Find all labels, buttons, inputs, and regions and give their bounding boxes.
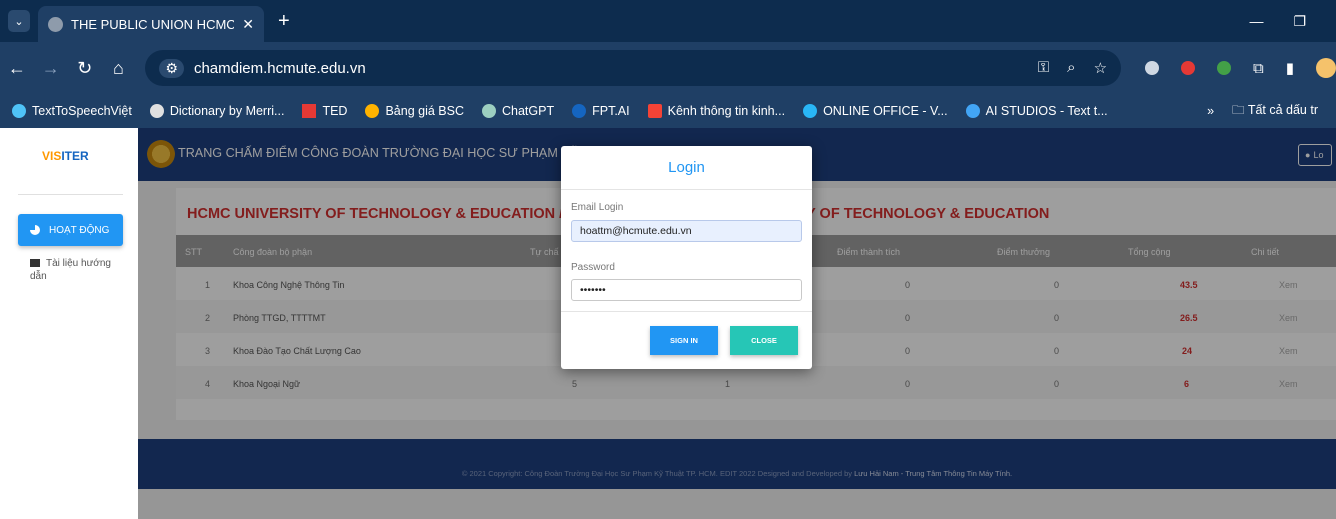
address-bar[interactable]: ⚙ chamdiem.hcmute.edu.vn ⚿ ⌕ ☆: [145, 50, 1122, 86]
tab-close-icon[interactable]: ✕: [242, 16, 254, 33]
side-panel-icon[interactable]: ▮: [1286, 59, 1294, 77]
home-icon[interactable]: ⌂: [102, 58, 136, 79]
site-logo[interactable]: VISITER: [42, 149, 89, 163]
bookmark-item[interactable]: Kênh thông tin kinh...: [647, 104, 785, 118]
bookmark-item[interactable]: Dictionary by Merri...: [149, 104, 284, 118]
bookmark-item[interactable]: ONLINE OFFICE - V...: [803, 104, 948, 118]
bookmark-item[interactable]: ChatGPT: [481, 104, 554, 118]
bookmark-icon: [965, 104, 980, 118]
tab-favicon-icon: [48, 16, 63, 32]
more-bookmarks-icon[interactable]: »: [1207, 104, 1214, 118]
url-text[interactable]: chamdiem.hcmute.edu.vn: [194, 60, 1038, 77]
bookmark-icon: [302, 104, 317, 118]
zoom-icon[interactable]: ⌕: [1067, 59, 1075, 77]
bookmark-icon: [365, 104, 380, 118]
extensions-puzzle-icon[interactable]: ⧉: [1253, 60, 1264, 77]
bookmark-item[interactable]: TED: [302, 104, 347, 118]
address-toolbar: ← → ↻ ⌂ ⚙ chamdiem.hcmute.edu.vn ⚿ ⌕ ☆ ⧉…: [0, 42, 1336, 94]
bookmark-icon: [572, 104, 587, 118]
login-modal: Login Email Login Password SIGN IN CLOSE: [561, 146, 812, 369]
forward-arrow-icon[interactable]: →: [34, 58, 68, 79]
close-button[interactable]: CLOSE: [730, 326, 798, 355]
book-icon: [30, 259, 40, 268]
tab-search-chevron-icon[interactable]: ⌄: [8, 10, 30, 32]
profile-avatar[interactable]: [1316, 58, 1336, 78]
bookmark-item[interactable]: AI STUDIOS - Text t...: [965, 104, 1108, 118]
sidebar-item-tai-lieu[interactable]: Tài liệu hướng dẫn: [30, 257, 120, 283]
tab-title: THE PUBLIC UNION HCMC UNI: [71, 16, 235, 32]
email-field[interactable]: [571, 220, 802, 242]
minimize-icon[interactable]: —: [1249, 13, 1263, 29]
email-label: Email Login: [571, 202, 624, 213]
bookmark-icon: [481, 104, 496, 118]
window-controls: — ❐: [1249, 13, 1306, 30]
browser-tab[interactable]: THE PUBLIC UNION HCMC UNI ✕: [38, 6, 264, 42]
sign-in-button[interactable]: SIGN IN: [650, 326, 718, 355]
reload-icon[interactable]: ↻: [68, 58, 102, 79]
bookmark-icon: [803, 104, 818, 118]
bookmark-star-icon[interactable]: ☆: [1094, 59, 1107, 77]
modal-title: Login: [668, 159, 705, 176]
folder-icon: 🗀: [1232, 102, 1245, 117]
bookmark-item[interactable]: FPT.AI: [572, 104, 630, 118]
bookmarks-bar: TextToSpeechViệt Dictionary by Merri... …: [0, 94, 1336, 128]
bookmark-icon: [149, 104, 164, 118]
bookmark-item[interactable]: Bảng giá BSC: [365, 104, 464, 118]
extension-shield-icon[interactable]: [1145, 61, 1160, 75]
extension-green-icon[interactable]: [1217, 61, 1232, 75]
back-arrow-icon[interactable]: ←: [0, 58, 34, 79]
modal-divider: [561, 311, 812, 312]
bookmark-icon: [647, 104, 662, 118]
site-info-icon[interactable]: ⚙: [159, 58, 184, 78]
all-bookmarks-folder[interactable]: 🗀 Tất cả dấu tr: [1232, 101, 1318, 122]
pie-chart-icon: [30, 225, 40, 235]
sidebar-divider: [18, 194, 123, 195]
browser-tab-bar: ⌄ THE PUBLIC UNION HCMC UNI ✕ + — ❐: [0, 0, 1336, 42]
modal-divider: [561, 189, 812, 190]
extension-red-icon[interactable]: [1181, 61, 1196, 75]
new-tab-plus-icon[interactable]: +: [278, 10, 290, 33]
sidebar-item-hoat-dong[interactable]: HOẠT ĐỘNG: [18, 214, 123, 246]
password-key-icon[interactable]: ⚿: [1038, 59, 1049, 77]
bookmark-item[interactable]: TextToSpeechViệt: [12, 104, 132, 118]
password-label: Password: [571, 262, 615, 273]
bookmark-icon: [12, 104, 26, 118]
password-field[interactable]: [571, 279, 802, 301]
restore-icon[interactable]: ❐: [1293, 13, 1306, 30]
sidebar: VISITER HOẠT ĐỘNG Tài liệu hướng dẫn: [0, 128, 138, 519]
